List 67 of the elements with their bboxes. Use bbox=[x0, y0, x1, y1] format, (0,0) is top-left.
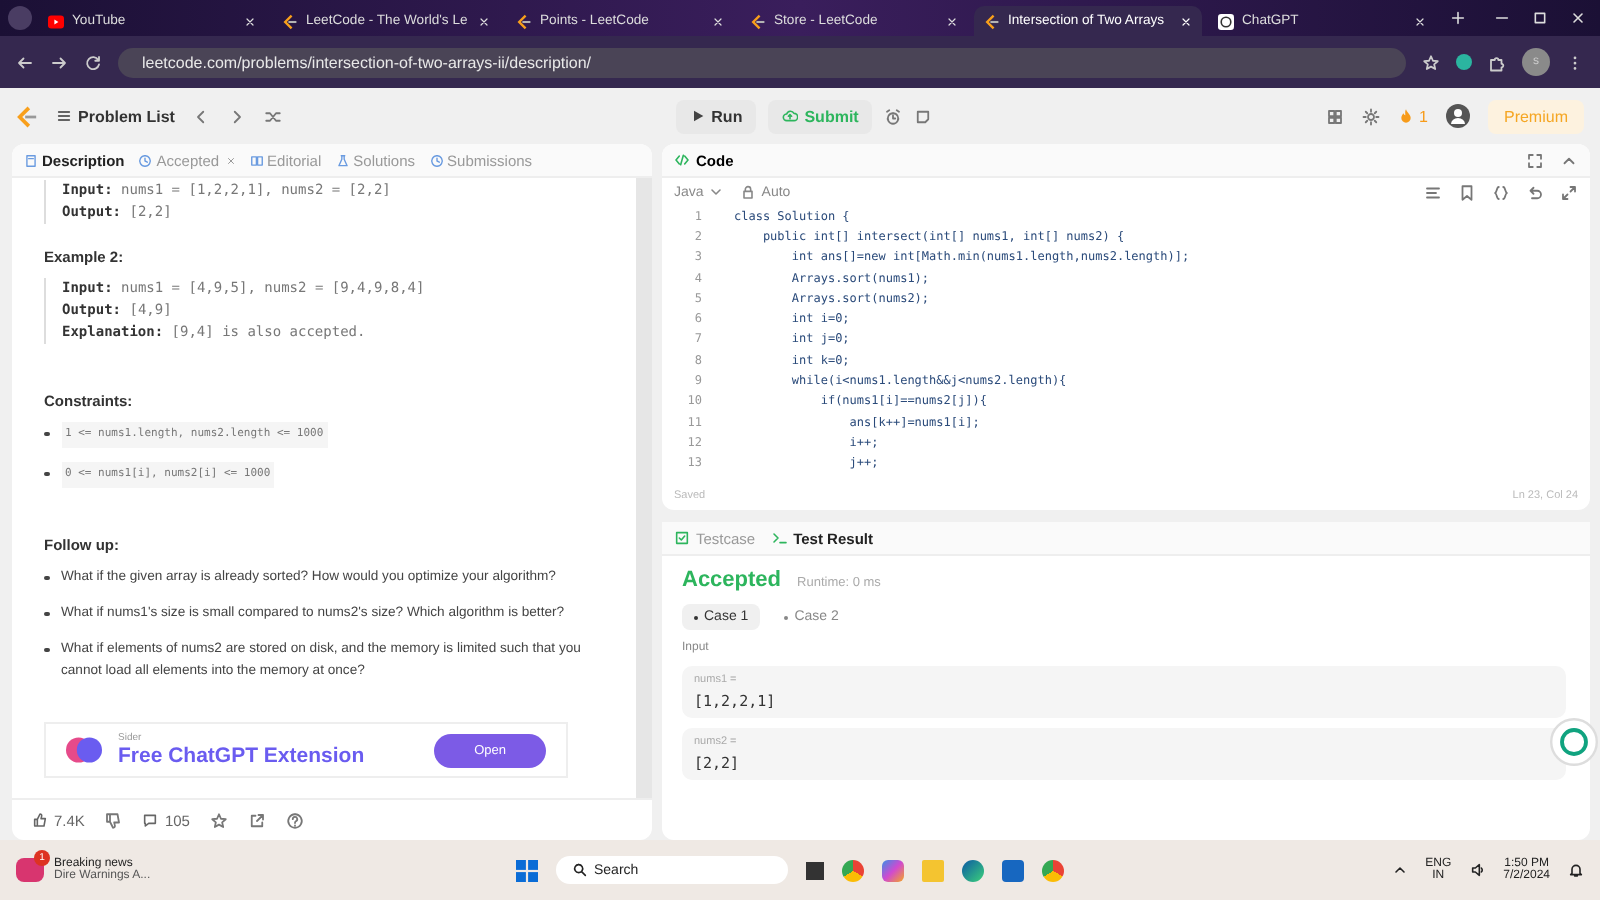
share-icon[interactable] bbox=[247, 811, 266, 829]
star-icon[interactable] bbox=[1422, 53, 1440, 71]
puzzle-icon[interactable] bbox=[1488, 53, 1506, 71]
tab-icon bbox=[335, 153, 350, 167]
code-icon bbox=[674, 152, 690, 168]
search-icon bbox=[572, 862, 588, 878]
tab-icon bbox=[24, 153, 38, 167]
alarm-icon[interactable] bbox=[884, 107, 903, 125]
play-icon bbox=[48, 13, 64, 29]
chevron-down-icon bbox=[707, 184, 724, 200]
leetcode-logo-icon bbox=[984, 13, 1000, 29]
extension-icon[interactable] bbox=[1456, 54, 1472, 70]
reload-icon[interactable] bbox=[84, 53, 102, 71]
layout-icon[interactable] bbox=[1325, 107, 1344, 125]
browser-app-icon[interactable] bbox=[1042, 859, 1064, 881]
leetcode-logo-icon bbox=[750, 13, 766, 29]
next-icon[interactable] bbox=[228, 107, 247, 125]
thumbs-up-icon bbox=[32, 812, 48, 828]
note-icon[interactable] bbox=[914, 107, 933, 125]
fullscreen-icon[interactable] bbox=[1526, 151, 1544, 169]
flame-icon bbox=[1397, 108, 1414, 124]
run-button[interactable]: Run bbox=[675, 99, 757, 133]
play-icon bbox=[689, 108, 706, 124]
back-icon[interactable] bbox=[16, 53, 34, 71]
lock-icon bbox=[739, 184, 756, 200]
tab-icon bbox=[249, 153, 264, 167]
star-icon[interactable] bbox=[209, 811, 228, 829]
bullet bbox=[44, 647, 49, 652]
leetcode-logo-icon bbox=[282, 13, 298, 29]
bullet bbox=[44, 575, 49, 580]
shuffle-icon[interactable] bbox=[264, 107, 283, 125]
thumbs-down-icon[interactable] bbox=[104, 811, 123, 829]
help-icon[interactable] bbox=[285, 811, 304, 829]
format-icon[interactable] bbox=[1424, 183, 1442, 201]
comment-icon bbox=[142, 812, 159, 828]
tab-icon bbox=[771, 530, 788, 546]
store-app-icon[interactable] bbox=[1002, 859, 1024, 881]
settings-icon[interactable] bbox=[1361, 107, 1380, 125]
address-bar[interactable]: leetcode.com/problems/intersection-of-two-arrays-ii/description/ bbox=[118, 47, 1406, 77]
tab-icon bbox=[429, 153, 444, 167]
expand-icon[interactable] bbox=[1560, 183, 1578, 201]
leetcode-logo-icon bbox=[516, 13, 532, 29]
tab-icon bbox=[674, 530, 690, 546]
brain-logo-icon bbox=[66, 732, 102, 768]
ad-title: Free ChatGPT Extension bbox=[118, 744, 367, 768]
maximize-icon[interactable] bbox=[1532, 10, 1548, 26]
task-view-icon[interactable] bbox=[806, 861, 824, 879]
new-tab-icon[interactable] bbox=[1450, 10, 1466, 26]
bullet bbox=[44, 471, 49, 476]
windows-logo-icon[interactable] bbox=[516, 859, 538, 881]
verdict-text: Accepted bbox=[682, 568, 782, 592]
bullet bbox=[44, 611, 49, 616]
chevron-up-icon[interactable] bbox=[1391, 862, 1408, 878]
avatar-icon[interactable] bbox=[1445, 104, 1470, 128]
undo-icon[interactable] bbox=[1526, 183, 1544, 201]
leetcode-logo-icon[interactable] bbox=[16, 105, 38, 127]
cloud-upload-icon bbox=[782, 108, 799, 124]
bell-icon[interactable] bbox=[1568, 862, 1584, 878]
braces-icon[interactable] bbox=[1492, 183, 1510, 201]
tab-icon bbox=[138, 153, 153, 167]
problem-list-link[interactable]: Problem List bbox=[56, 107, 175, 125]
browser-app-icon[interactable] bbox=[842, 859, 864, 881]
bookmark-icon[interactable] bbox=[1458, 183, 1476, 201]
bullet bbox=[44, 431, 49, 436]
speaker-icon[interactable] bbox=[1469, 862, 1486, 878]
forward-icon[interactable] bbox=[50, 53, 68, 71]
list-icon bbox=[56, 108, 72, 124]
